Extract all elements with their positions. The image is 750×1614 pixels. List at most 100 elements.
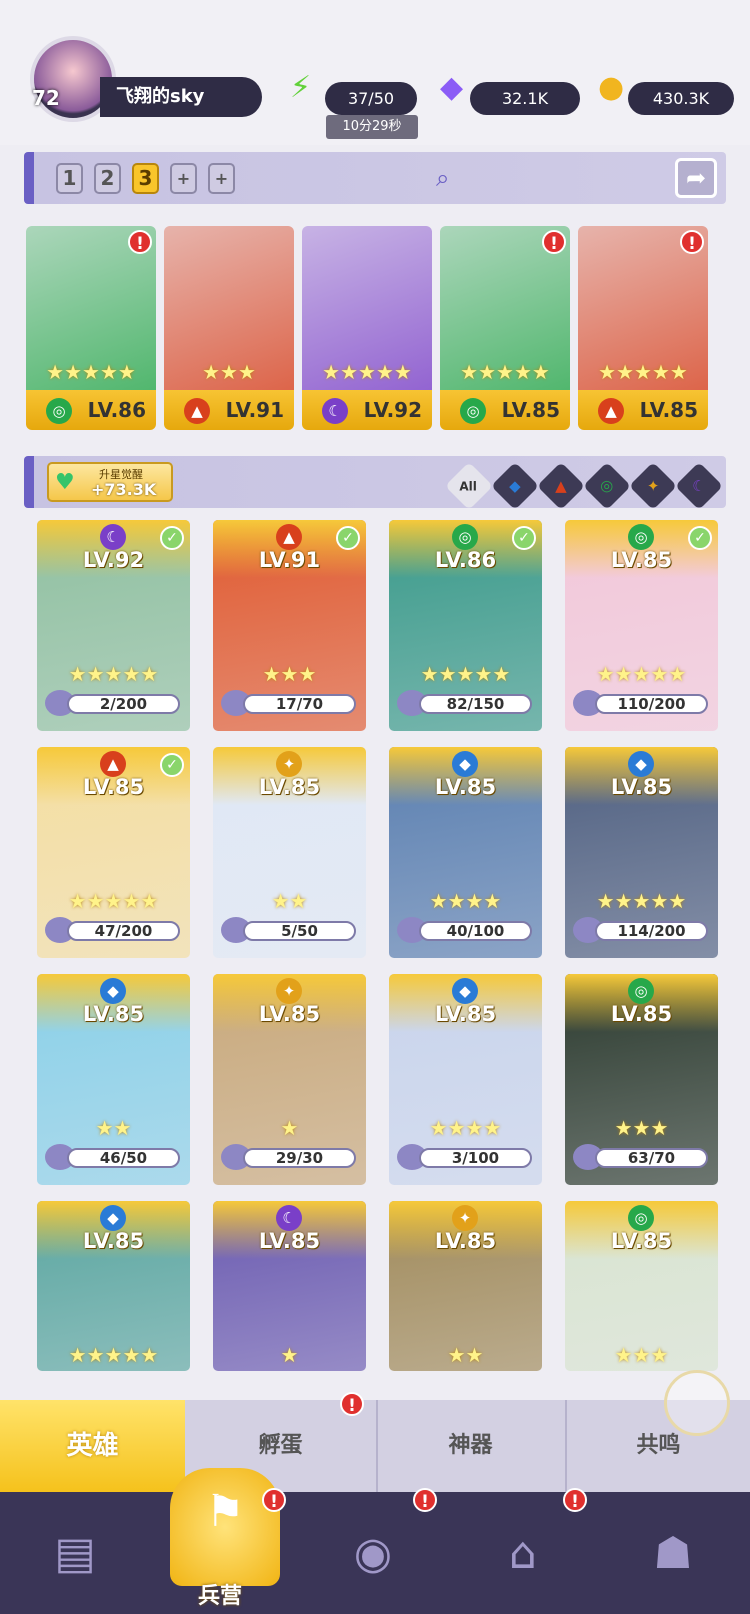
wind-element-icon: ◎ xyxy=(628,524,654,550)
team-slot[interactable]: ★★★★★ LV.85 ◎! xyxy=(440,226,570,430)
team-tab-1[interactable]: 1 xyxy=(56,163,83,194)
hero-level: LV.85 xyxy=(82,775,145,799)
fire-element-icon: ▲ xyxy=(276,524,302,550)
light-element-icon: ✦ xyxy=(452,1205,478,1231)
water-element-icon: ◆ xyxy=(452,978,478,1004)
water-element-icon: ◆ xyxy=(100,1205,126,1231)
star-rating: ★★★★★ xyxy=(598,360,688,384)
hero-level: LV.85 xyxy=(258,1002,321,1026)
heart-icon: ♥ xyxy=(55,470,75,495)
energy-timer: 10分29秒 xyxy=(326,115,418,139)
hero-level: LV.85 xyxy=(258,775,321,799)
hero-card[interactable]: ◎ LV.85 ★★★★★ 110/200 ✓ xyxy=(565,520,718,731)
team-bar xyxy=(24,152,726,204)
star-rating: ★★★★★ xyxy=(68,1343,159,1367)
team-tab-2[interactable]: 2 xyxy=(94,163,121,194)
hero-card[interactable]: ✦ LV.85 ★★ 5/50 xyxy=(213,747,366,958)
star-rating: ★★★★★ xyxy=(596,889,687,913)
hero-level: LV.85 xyxy=(82,1229,145,1253)
star-rating: ★★★★★ xyxy=(68,662,159,686)
light-element-icon: ✦ xyxy=(276,751,302,777)
incubate-alert-badge: ! xyxy=(340,1392,364,1416)
gold-counter[interactable]: 430.3K xyxy=(628,82,734,115)
hero-card[interactable]: ◎ LV.85 ★★★ 5/70 xyxy=(565,1201,718,1371)
team-slot[interactable]: ★★★★★ LV.85 ▲! xyxy=(578,226,708,430)
dark-element-icon: ☾ xyxy=(100,524,126,550)
hero-level: LV.91 xyxy=(258,548,321,572)
star-rating: ★★ xyxy=(95,1116,132,1140)
star-rating: ★★★ xyxy=(614,1116,669,1140)
star-rating: ★★ xyxy=(447,1343,484,1367)
energy-counter[interactable]: 37/50 xyxy=(325,82,417,115)
nav-summon-icon[interactable]: ☗ xyxy=(628,1510,718,1600)
awaken-button[interactable]: ♥ 升星觉醒 +73.3K xyxy=(47,462,173,502)
hero-level: LV.85 xyxy=(434,1229,497,1253)
tab-heroes[interactable]: 英雄 xyxy=(0,1400,185,1492)
nav-barracks-icon[interactable]: ⚑ xyxy=(170,1468,280,1586)
hero-level: LV.85 xyxy=(610,548,673,572)
team-tab-add-2[interactable]: + xyxy=(208,163,235,194)
hero-card[interactable]: ✦ LV.85 ★ 29/30 xyxy=(213,974,366,1185)
star-rating: ★★★★ xyxy=(429,889,502,913)
water-element-icon: ◆ xyxy=(628,751,654,777)
hero-card[interactable]: ▲ LV.91 ★★★ 17/70 ✓ xyxy=(213,520,366,731)
star-rating: ★ xyxy=(280,1116,299,1140)
nav-cards-icon[interactable]: ▤ xyxy=(30,1510,120,1600)
tab-artifacts[interactable]: 神器 xyxy=(376,1400,563,1492)
team-slot[interactable]: ★★★ LV.91 ▲ xyxy=(164,226,294,430)
dark-element-icon: ☾ xyxy=(276,1205,302,1231)
nav-book-icon[interactable]: ◉ xyxy=(328,1510,418,1600)
fire-element-icon: ▲ xyxy=(598,398,624,424)
hero-card[interactable]: ◆ LV.85 ★★★★★ 22/150 xyxy=(37,1201,190,1371)
hero-card[interactable]: ▲ LV.85 ★★★★★ 47/200 ✓ xyxy=(37,747,190,958)
fire-element-icon: ▲ xyxy=(100,751,126,777)
star-rating: ★★★★★ xyxy=(460,360,550,384)
hero-card[interactable]: ◆ LV.85 ★★ 46/50 xyxy=(37,974,190,1185)
header: 72 飞翔的sky ⚡ 37/50 10分29秒 ◆ 32.1K ● 430.3… xyxy=(0,0,750,145)
awaken-value: +73.3K xyxy=(91,480,157,499)
shard-progress: 3/100 xyxy=(419,1148,532,1168)
team-slot[interactable]: ★★★★★ LV.86 ◎! xyxy=(26,226,156,430)
gold-coin-icon: ● xyxy=(598,70,625,105)
energy-icon: ⚡ xyxy=(290,70,312,105)
star-rating: ★★★★ xyxy=(429,1116,502,1140)
hero-card[interactable]: ◆ LV.85 ★★★★★ 114/200 xyxy=(565,747,718,958)
wind-element-icon: ◎ xyxy=(628,1205,654,1231)
shard-progress: 47/200 xyxy=(67,921,180,941)
wind-element-icon: ◎ xyxy=(452,524,478,550)
alert-badge: ! xyxy=(680,230,704,254)
hero-card[interactable]: ☾ LV.85 ★ 19/30 xyxy=(213,1201,366,1371)
hero-card[interactable]: ✦ LV.85 ★★ 27/50 xyxy=(389,1201,542,1371)
check-icon: ✓ xyxy=(160,753,184,777)
check-icon: ✓ xyxy=(160,526,184,550)
share-icon[interactable]: ➦ xyxy=(675,158,717,198)
book-alert-badge: ! xyxy=(413,1488,437,1512)
hero-card[interactable]: ◎ LV.86 ★★★★★ 82/150 ✓ xyxy=(389,520,542,731)
floating-assistant-button[interactable] xyxy=(664,1370,730,1436)
check-icon: ✓ xyxy=(336,526,360,550)
hero-card[interactable]: ◆ LV.85 ★★★★ 3/100 xyxy=(389,974,542,1185)
hero-level: LV.92 xyxy=(82,548,145,572)
star-rating: ★★★★★ xyxy=(46,360,136,384)
star-rating: ★★★★★ xyxy=(68,889,159,913)
nav-shrine-icon[interactable]: ⌂ xyxy=(478,1510,568,1600)
gem-counter[interactable]: 32.1K xyxy=(470,82,580,115)
star-rating: ★★★★★ xyxy=(596,662,687,686)
check-icon: ✓ xyxy=(512,526,536,550)
player-name[interactable]: 飞翔的sky xyxy=(100,77,262,117)
search-icon[interactable]: ⌕ xyxy=(436,164,449,192)
hero-card[interactable]: ☾ LV.92 ★★★★★ 2/200 ✓ xyxy=(37,520,190,731)
hero-card[interactable]: ◆ LV.85 ★★★★ 40/100 xyxy=(389,747,542,958)
shard-progress: 29/30 xyxy=(243,1148,356,1168)
shard-progress: 110/200 xyxy=(595,694,708,714)
player-level: 72 xyxy=(32,86,60,110)
bottom-nav: ▤ ⚑ 兵营 ◉ ⌂ ☗ ! ! ! xyxy=(0,1468,750,1614)
alert-badge: ! xyxy=(128,230,152,254)
team-tab-3[interactable]: 3 xyxy=(132,163,159,194)
star-rating: ★★★ xyxy=(614,1343,669,1367)
team-tab-add-1[interactable]: + xyxy=(170,163,197,194)
team-slot[interactable]: ★★★★★ LV.92 ☾ xyxy=(302,226,432,430)
hero-level: LV.86 xyxy=(434,548,497,572)
shard-progress: 40/100 xyxy=(419,921,532,941)
hero-card[interactable]: ◎ LV.85 ★★★ 63/70 xyxy=(565,974,718,1185)
